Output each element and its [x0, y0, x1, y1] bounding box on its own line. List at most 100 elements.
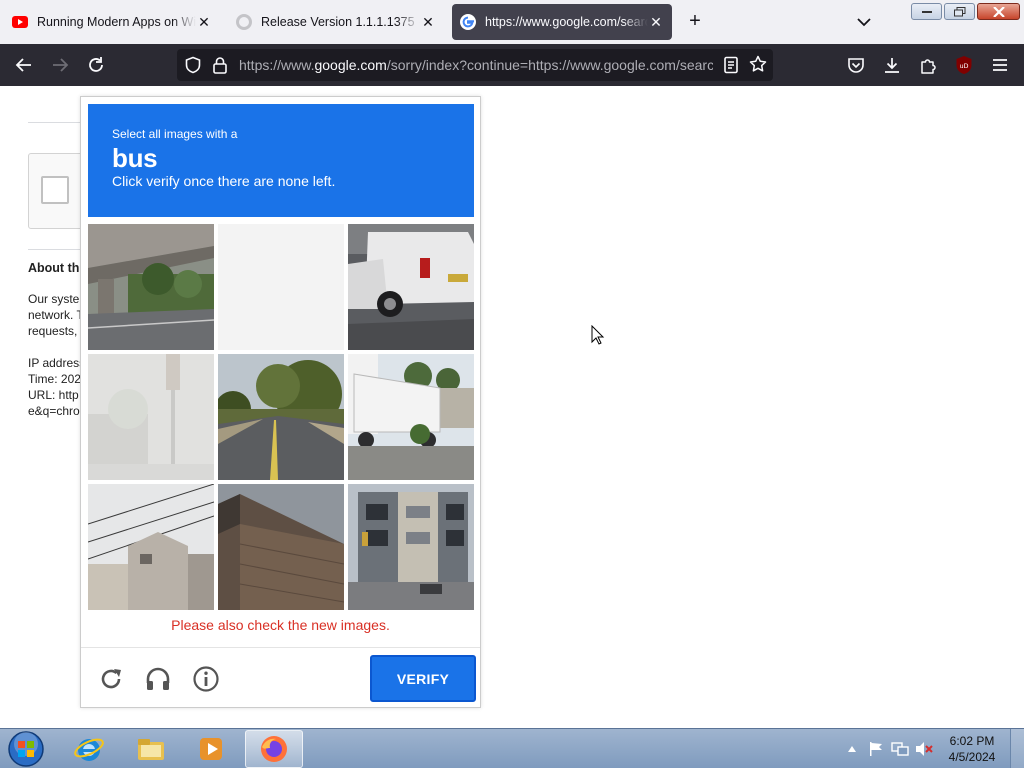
url-prefix: https://www.: [239, 57, 315, 73]
tracking-protection-shield-icon[interactable]: [184, 56, 202, 79]
tab-title: Running Modern Apps on Windows: [37, 15, 196, 29]
lock-icon[interactable]: [212, 56, 228, 79]
error-message: Please also check the new images.: [171, 617, 390, 633]
reader-view-icon[interactable]: [723, 56, 739, 79]
download-icon: [885, 58, 899, 73]
system-clock[interactable]: 6:02 PM 4/5/2024: [940, 733, 1004, 765]
headphones-icon: [146, 667, 170, 690]
taskbar-file-explorer[interactable]: [122, 730, 180, 768]
pocket-button[interactable]: [846, 55, 866, 75]
mouse-cursor-icon: [591, 325, 605, 345]
tab-strip: Running Modern Apps on Windows ✕ Release…: [0, 0, 1024, 44]
image-tile-4[interactable]: [88, 354, 214, 480]
clock-date: 4/5/2024: [948, 750, 996, 764]
restore-icon: [953, 6, 965, 16]
hamburger-menu-icon: [993, 59, 1007, 71]
media-player-icon: [200, 738, 222, 760]
downloads-button[interactable]: [882, 55, 902, 75]
image-tile-8[interactable]: [218, 484, 344, 610]
reload-icon: [89, 57, 103, 72]
list-all-tabs-button[interactable]: [852, 10, 876, 34]
new-tab-button[interactable]: +: [684, 10, 706, 32]
url-line-continued: e&q=chro: [28, 404, 80, 418]
forward-button[interactable]: [50, 55, 70, 75]
svg-text:uD: uD: [959, 62, 968, 70]
image-tile-2[interactable]: [218, 224, 344, 350]
tab-google[interactable]: https://www.google.com/search?q=chrome ✕: [452, 4, 672, 40]
navigation-toolbar: https://www.google.com/sorry/index?conti…: [0, 44, 1024, 86]
extensions-button[interactable]: [918, 55, 938, 75]
arrow-left-icon: [15, 58, 31, 72]
image-tile-6[interactable]: [348, 354, 474, 480]
close-window-button[interactable]: [977, 3, 1020, 20]
refresh-icon: [101, 669, 121, 689]
url-path: /sorry/index?continue=https://www.google…: [386, 57, 713, 73]
restore-button[interactable]: [944, 3, 975, 20]
tab-github[interactable]: Release Version 1.1.1.1375 · vxiiduu ✕: [228, 4, 444, 40]
minimize-button[interactable]: [911, 3, 942, 20]
youtube-icon: [12, 14, 28, 30]
arrow-right-icon: [53, 58, 69, 72]
start-button[interactable]: [7, 730, 45, 768]
url-bar[interactable]: https://www.google.com/sorry/index?conti…: [177, 49, 773, 81]
challenge-header: Select all images with a bus Click verif…: [88, 104, 474, 217]
internet-explorer-icon: [74, 738, 104, 761]
verify-button[interactable]: VERIFY: [370, 655, 476, 702]
taskbar-internet-explorer[interactable]: [60, 730, 118, 768]
close-tab-icon[interactable]: ✕: [648, 14, 664, 31]
instruction-prefix: Select all images with a: [112, 127, 238, 141]
chevron-up-icon: [848, 746, 856, 752]
google-icon: [460, 14, 476, 30]
url-text[interactable]: https://www.google.com/sorry/index?conti…: [239, 57, 713, 73]
image-tile-3[interactable]: [348, 224, 474, 350]
close-tab-icon[interactable]: ✕: [420, 14, 436, 31]
reload-challenge-button[interactable]: [97, 665, 125, 693]
show-hidden-icons-button[interactable]: [842, 739, 862, 759]
info-icon: [193, 666, 219, 692]
minimize-icon: [921, 10, 932, 13]
taskbar-firefox[interactable]: [245, 730, 303, 768]
action-center-flag-icon[interactable]: [866, 739, 886, 759]
folder-icon: [138, 739, 164, 760]
image-tile-5[interactable]: [218, 354, 344, 480]
footer-divider: [81, 647, 480, 648]
clock-time: 6:02 PM: [949, 734, 995, 748]
image-tile-7[interactable]: [88, 484, 214, 610]
close-tab-icon[interactable]: ✕: [196, 14, 212, 31]
back-button[interactable]: [14, 55, 34, 75]
instruction-suffix: Click verify once there are none left.: [112, 173, 336, 189]
tab-youtube[interactable]: Running Modern Apps on Windows ✕: [4, 4, 220, 40]
windows-taskbar: 6:02 PM 4/5/2024: [0, 728, 1024, 768]
pocket-icon: [848, 58, 864, 73]
system-tray: [842, 729, 938, 768]
volume-muted-icon[interactable]: [914, 739, 934, 759]
recaptcha-challenge-dialog: Select all images with a bus Click verif…: [80, 96, 481, 708]
audio-challenge-button[interactable]: [144, 665, 172, 693]
tab-title: Release Version 1.1.1.1375 · vxiiduu: [261, 15, 420, 29]
help-button[interactable]: [192, 665, 220, 693]
ublock-origin-icon: uD: [956, 56, 972, 74]
ublock-origin-button[interactable]: uD: [954, 55, 974, 75]
chevron-down-icon: [857, 18, 871, 27]
close-icon: [992, 6, 1005, 17]
github-icon: [236, 14, 252, 30]
time-line: Time: 202: [28, 372, 81, 386]
image-tile-1[interactable]: [88, 224, 214, 350]
app-menu-button[interactable]: [990, 55, 1010, 75]
show-desktop-button[interactable]: [1010, 729, 1024, 768]
puzzle-icon: [921, 59, 936, 74]
recaptcha-checkbox[interactable]: [41, 176, 69, 204]
network-icon[interactable]: [890, 739, 910, 759]
taskbar-media-player[interactable]: [182, 730, 240, 768]
tab-title: https://www.google.com/search?q=chrome: [485, 15, 648, 29]
image-grid: [88, 224, 474, 610]
window-controls: [911, 3, 1020, 20]
url-host: google.com: [314, 57, 387, 73]
windows-logo-icon: [8, 731, 44, 767]
bookmark-star-icon[interactable]: [749, 55, 767, 78]
url-line: URL: http: [28, 388, 79, 402]
image-tile-9[interactable]: [348, 484, 474, 610]
firefox-icon: [261, 736, 287, 762]
target-object: bus: [112, 143, 158, 173]
reload-button[interactable]: [86, 55, 106, 75]
